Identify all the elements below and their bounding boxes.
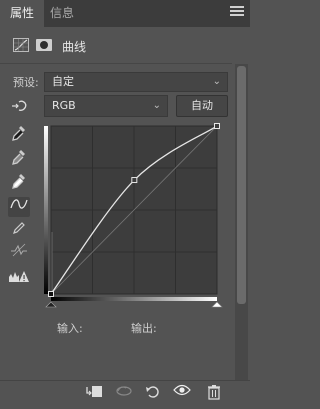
reset-icon[interactable]	[143, 384, 163, 402]
clipping-warning-icon[interactable]	[8, 269, 30, 289]
divider	[0, 63, 232, 64]
panel-title: 曲线	[62, 40, 87, 54]
preset-label: 预设:	[13, 76, 39, 89]
hand-target-icon[interactable]	[10, 99, 28, 117]
curve-graph[interactable]	[44, 122, 232, 322]
tab-info[interactable]: 信息	[44, 0, 80, 27]
curve-control-point[interactable]	[131, 177, 138, 184]
panel-menu-icon[interactable]	[230, 6, 244, 20]
input-label: 输入:	[57, 322, 83, 335]
clip-to-layer-icon[interactable]	[84, 384, 104, 402]
curves-adjustment-icon[interactable]	[13, 38, 29, 52]
gray-eyedropper-icon[interactable]	[8, 149, 30, 169]
divider	[0, 380, 250, 381]
pencil-icon[interactable]	[8, 221, 30, 241]
curve-points-icon[interactable]	[8, 197, 30, 217]
chevron-down-icon: ⌄	[212, 76, 221, 87]
visibility-eye-icon[interactable]	[172, 384, 192, 402]
scrollbar-thumb[interactable]	[237, 66, 246, 304]
tab-bar: 属性 信息	[0, 0, 250, 27]
curve-control-point[interactable]	[214, 123, 220, 129]
input-gradient-bar	[51, 297, 217, 301]
auto-button[interactable]: 自动	[176, 95, 228, 117]
delete-icon[interactable]	[204, 384, 224, 402]
chevron-down-icon: ⌄	[152, 100, 161, 111]
curve-control-point[interactable]	[48, 291, 54, 297]
channel-dropdown[interactable]: RGB ⌄	[44, 95, 168, 117]
preset-value: 自定	[52, 75, 74, 88]
output-label: 输出:	[131, 322, 157, 335]
tab-properties[interactable]: 属性	[0, 0, 44, 27]
black-point-slider	[45, 301, 57, 308]
smooth-icon[interactable]	[8, 243, 30, 263]
white-eyedropper-icon[interactable]	[8, 173, 30, 193]
channel-value: RGB	[52, 99, 76, 112]
black-eyedropper-icon[interactable]	[8, 125, 30, 145]
output-gradient-bar	[44, 126, 48, 294]
layer-mask-icon[interactable]	[36, 39, 52, 51]
preset-dropdown[interactable]: 自定 ⌄	[44, 72, 228, 92]
view-previous-icon[interactable]	[114, 384, 134, 402]
white-point-slider	[211, 301, 223, 308]
